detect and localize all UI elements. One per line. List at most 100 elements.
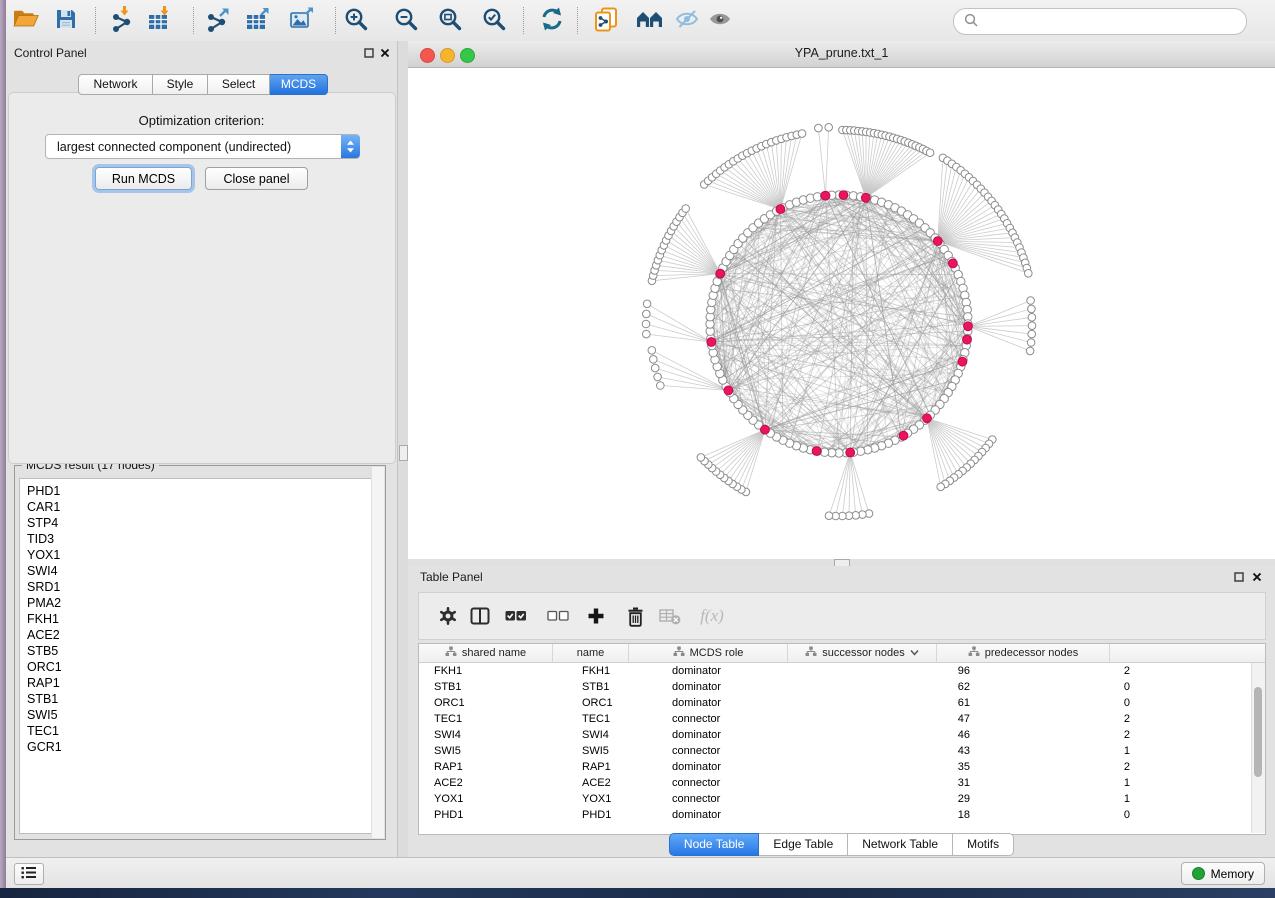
mcds-result-item[interactable]: PHD1 <box>27 483 380 499</box>
table-tabs: Node TableEdge TableNetwork TableMotifs <box>408 833 1275 856</box>
mcds-result-item[interactable]: PMA2 <box>27 595 380 611</box>
network-window-titlebar[interactable]: YPA_prune.txt_1 <box>408 41 1275 68</box>
import-network-button[interactable] <box>104 3 140 38</box>
zoom-fit-button[interactable] <box>432 3 468 38</box>
zoom-in-button[interactable] <box>338 3 374 38</box>
column-header-MCDS-role[interactable]: MCDS role <box>629 644 788 662</box>
table-row[interactable]: TEC1TEC1connector472 <box>419 711 1251 727</box>
mcds-list-scrollbar[interactable] <box>371 467 384 838</box>
column-header-shared-name[interactable]: shared name <box>419 644 553 662</box>
memory-button[interactable]: Memory <box>1181 862 1265 885</box>
close-panel-button[interactable]: Close panel <box>205 167 308 190</box>
tab-node-table[interactable]: Node Table <box>669 833 760 856</box>
mcds-result-item[interactable]: SRD1 <box>27 579 380 595</box>
column-label: predecessor nodes <box>985 647 1079 659</box>
mcds-result-item[interactable]: STP4 <box>27 515 380 531</box>
cell: 31 <box>830 777 970 789</box>
cell: dominator <box>657 729 830 741</box>
cell: 43 <box>830 745 970 757</box>
column-type-icon <box>805 646 817 660</box>
table-row[interactable]: PHD1PHD1dominator180 <box>419 807 1251 823</box>
first-neighbors-button[interactable] <box>631 3 667 38</box>
tab-edge-table[interactable]: Edge Table <box>759 833 848 856</box>
toolbar-separator <box>95 7 96 34</box>
mcds-result-item[interactable]: STB1 <box>27 691 380 707</box>
column-header-predecessor-nodes[interactable]: predecessor nodes <box>937 644 1110 662</box>
mcds-result-item[interactable]: SWI5 <box>27 707 380 723</box>
tab-network[interactable]: Network <box>78 74 153 95</box>
table-row[interactable]: ORC1ORC1dominator610 <box>419 695 1251 711</box>
mcds-result-item[interactable]: FKH1 <box>27 611 380 627</box>
table-row[interactable]: FKH1FKH1dominator962 <box>419 663 1251 679</box>
desktop-wallpaper-bottom <box>0 888 1275 898</box>
export-image-button[interactable] <box>283 3 319 38</box>
column-header-successor-nodes[interactable]: successor nodes <box>788 644 937 662</box>
deselect-all-button[interactable] <box>547 604 569 628</box>
zoom-out-button[interactable] <box>388 3 424 38</box>
refresh-button[interactable] <box>534 3 570 38</box>
cell: 0 <box>970 681 1130 693</box>
import-network-icon <box>110 6 135 35</box>
cell: 2 <box>970 713 1130 725</box>
delete-column-button[interactable] <box>625 604 646 628</box>
mcds-result-item[interactable]: STB5 <box>27 643 380 659</box>
mcds-result-item[interactable]: RAP1 <box>27 675 380 691</box>
table-scrollbar[interactable] <box>1251 663 1265 833</box>
hide-selected-button[interactable] <box>669 3 705 38</box>
table-row[interactable]: YOX1YOX1connector291 <box>419 791 1251 807</box>
clone-network-button[interactable] <box>588 3 624 38</box>
mcds-result-item[interactable]: TEC1 <box>27 723 380 739</box>
save-session-button[interactable] <box>48 3 84 38</box>
tab-motifs[interactable]: Motifs <box>953 833 1014 856</box>
table-row[interactable]: ACE2ACE2connector311 <box>419 775 1251 791</box>
network-canvas[interactable] <box>408 68 1275 559</box>
cell: YOX1 <box>419 793 567 805</box>
column-header-name[interactable]: name <box>553 644 629 662</box>
export-table-button[interactable] <box>239 3 275 38</box>
table-row[interactable]: SWI4SWI4dominator462 <box>419 727 1251 743</box>
mcds-result-item[interactable]: GCR1 <box>27 739 380 755</box>
column-type-icon <box>445 646 457 660</box>
mcds-result-item[interactable]: YOX1 <box>27 547 380 563</box>
run-mcds-button[interactable]: Run MCDS <box>95 167 192 190</box>
network-graph[interactable] <box>408 68 1275 559</box>
close-panel-icon[interactable] <box>1251 571 1263 583</box>
mcds-result-item[interactable]: ACE2 <box>27 627 380 643</box>
open-file-button[interactable] <box>7 3 43 38</box>
float-panel-icon[interactable] <box>1233 571 1245 583</box>
delete-table-button[interactable] <box>659 604 681 628</box>
column-label: successor nodes <box>822 647 905 659</box>
tab-select[interactable]: Select <box>208 74 270 95</box>
tab-network-table[interactable]: Network Table <box>848 833 953 856</box>
import-table-button[interactable] <box>141 3 177 38</box>
export-network-button[interactable] <box>199 3 235 38</box>
float-panel-icon[interactable] <box>363 47 375 59</box>
optimization-select[interactable]: largest connected component (undirected) <box>45 134 360 159</box>
show-all-button[interactable] <box>702 3 738 38</box>
close-panel-icon[interactable] <box>379 47 391 59</box>
optimization-criterion-label: Optimization criterion: <box>6 113 397 128</box>
cell: 1 <box>970 793 1130 805</box>
mcds-result-item[interactable]: ORC1 <box>27 659 380 675</box>
zoom-selected-button[interactable] <box>476 3 512 38</box>
mcds-result-item[interactable]: SWI4 <box>27 563 380 579</box>
mcds-result-list[interactable]: PHD1CAR1STP4TID3YOX1SWI4SRD1PMA2FKH1ACE2… <box>19 478 381 834</box>
tab-style[interactable]: Style <box>153 74 208 95</box>
table-row[interactable]: SWI5SWI5connector431 <box>419 743 1251 759</box>
mcds-result-item[interactable]: TID3 <box>27 531 380 547</box>
table-row[interactable]: RAP1RAP1dominator352 <box>419 759 1251 775</box>
splitter-handle[interactable] <box>399 445 408 461</box>
search-input[interactable] <box>984 14 1236 30</box>
refresh-icon <box>540 7 564 34</box>
create-column-button[interactable] <box>586 604 606 628</box>
table-row[interactable]: STB1STB1dominator620 <box>419 679 1251 695</box>
mcds-result-item[interactable]: CAR1 <box>27 499 380 515</box>
table-settings-button[interactable] <box>438 604 458 628</box>
list-icon <box>21 866 37 882</box>
split-panel-button[interactable] <box>470 604 490 628</box>
scrollbar-thumb[interactable] <box>1254 687 1262 777</box>
task-history-button[interactable] <box>14 863 44 885</box>
horizontal-splitter[interactable] <box>408 558 1275 566</box>
tab-mcds[interactable]: MCDS <box>270 74 328 95</box>
select-all-button[interactable] <box>505 604 527 628</box>
